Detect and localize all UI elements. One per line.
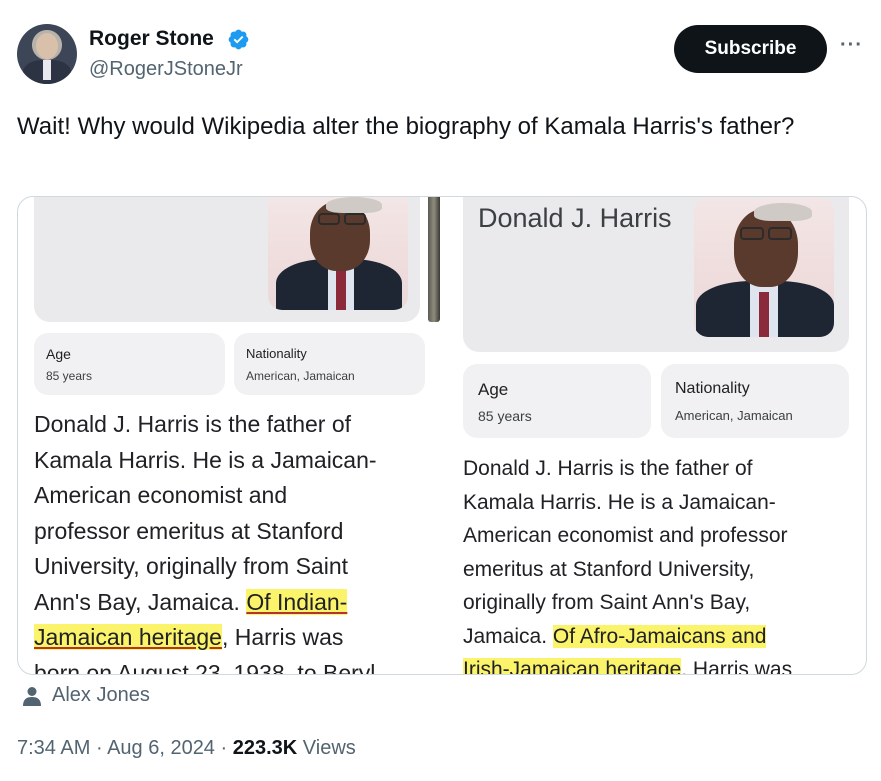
views-label: Views [297, 737, 356, 759]
tweet-media-image[interactable]: Age 85 years Nationality American, Jamai… [17, 196, 867, 675]
media-credit[interactable]: Alex Jones [22, 684, 150, 707]
person-icon [23, 686, 41, 706]
right-age-chip: Age 85 years [463, 364, 651, 438]
left-nationality-label: Nationality [246, 346, 307, 361]
verified-badge-icon [228, 29, 249, 50]
right-nationality-label: Nationality [675, 380, 750, 397]
left-nationality-value: American, Jamaican [246, 369, 355, 383]
tweet-text: Wait! Why would Wikipedia alter the biog… [17, 113, 795, 140]
meta-separator: · [214, 737, 233, 759]
credit-name[interactable]: Alex Jones [52, 684, 150, 707]
right-highlight-text: Of Afro-Jamaicans and [552, 624, 767, 648]
author-handle[interactable]: @RogerJStoneJr [89, 58, 243, 81]
right-portrait-photo [694, 197, 834, 337]
left-desc-line: American economist and [34, 482, 288, 508]
right-desc-line: . Harris was [681, 658, 793, 675]
tweet-meta: 7:34 AM · Aug 6, 2024 · 223.3K Views [17, 737, 356, 760]
right-age-value: 85 years [478, 408, 532, 424]
author-avatar[interactable] [17, 24, 77, 84]
right-description: Donald J. Harris is the father of Kamala… [463, 452, 863, 675]
tweet-date[interactable]: Aug 6, 2024 [107, 737, 215, 759]
author-display-name[interactable]: Roger Stone [89, 27, 214, 51]
views-count: 223.3K [232, 737, 298, 759]
meta-separator: · [90, 737, 108, 759]
right-desc-line: American economist and professor [463, 524, 788, 547]
left-portrait-photo [268, 197, 408, 310]
more-options-icon[interactable]: ··· [840, 34, 863, 57]
left-description: Donald J. Harris is the father of Kamala… [34, 407, 424, 675]
left-desc-line: Ann's Bay, Jamaica. [34, 588, 247, 615]
right-desc-line: emeritus at Stanford University, [463, 557, 755, 581]
left-highlight-text: Of Indian- [246, 588, 348, 615]
right-nationality-value: American, Jamaican [675, 408, 793, 423]
left-desc-line: Donald J. Harris is the father of [34, 411, 352, 437]
right-desc-line: Donald J. Harris is the father of [463, 457, 753, 480]
right-desc-line: Kamala Harris. He is a Jamaican- [463, 490, 776, 514]
right-age-label: Age [478, 380, 509, 399]
left-desc-line: professor emeritus at Stanford [34, 517, 344, 544]
tweet-time[interactable]: 7:34 AM [17, 737, 90, 759]
subscribe-button[interactable]: Subscribe [674, 25, 827, 73]
right-profile-title: Donald J. Harris [478, 203, 672, 233]
right-nationality-chip: Nationality American, Jamaican [661, 364, 849, 438]
left-nationality-chip: Nationality American, Jamaican [234, 333, 425, 395]
left-desc-line: Kamala Harris. He is a Jamaican- [34, 446, 377, 473]
right-highlight-text: Irish-Jamaican heritage [463, 658, 682, 674]
left-age-chip: Age 85 years [34, 333, 225, 395]
left-desc-line: University, originally from Saint [34, 553, 349, 579]
left-image-edge [428, 197, 440, 322]
right-desc-line: Jamaica. [463, 624, 553, 648]
left-desc-line-cut: born on August 23, 1938, to Beryl [34, 659, 376, 675]
right-desc-line: originally from Saint Ann's Bay, [463, 591, 751, 614]
left-age-label: Age [46, 346, 71, 362]
left-highlight-text: Jamaican heritage [34, 624, 222, 650]
left-age-value: 85 years [46, 369, 93, 383]
left-desc-line: , Harris was [221, 624, 344, 650]
